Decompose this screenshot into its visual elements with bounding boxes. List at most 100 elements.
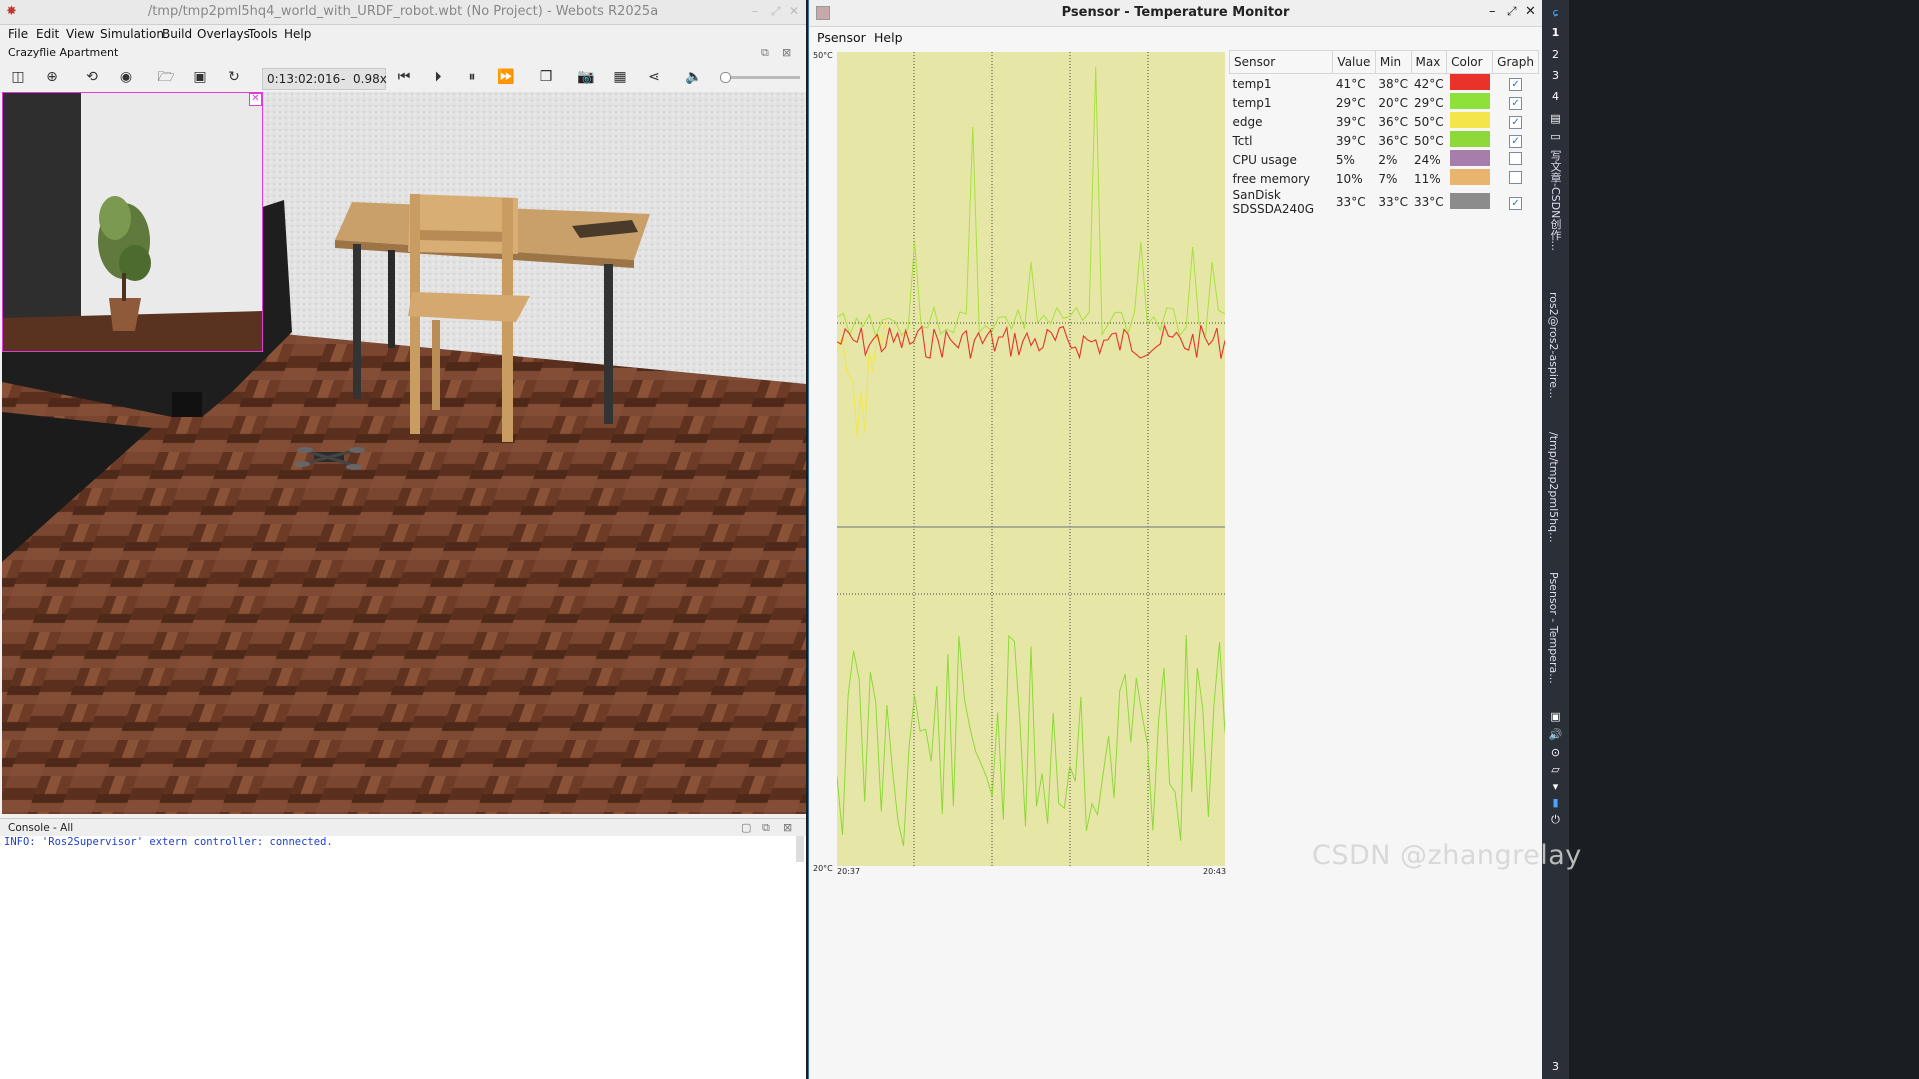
graph-checkbox[interactable]: ✓	[1509, 116, 1523, 129]
col-sensor[interactable]: Sensor	[1228, 50, 1334, 74]
tray-bluetooth-icon[interactable]: ▮	[1542, 796, 1569, 809]
color-swatch[interactable]	[1449, 192, 1490, 209]
volume-slider[interactable]	[720, 72, 800, 83]
color-swatch[interactable]	[1449, 74, 1490, 90]
table-row[interactable]: temp1 29°C 20°C 29°C ✓	[1230, 93, 1539, 112]
eye-icon[interactable]: ◉	[116, 68, 136, 86]
graph-checkbox[interactable]: ✓	[1509, 97, 1523, 110]
save-world-icon[interactable]: ▣	[190, 68, 210, 86]
sensor-max: 50°C	[1414, 114, 1444, 129]
camera-overlay[interactable]: ✕	[2, 92, 263, 352]
fast-forward-icon[interactable]: ⏩	[496, 68, 516, 86]
menu-help[interactable]: Help	[874, 30, 903, 45]
menu-simulation[interactable]: Simulation	[100, 27, 164, 41]
graph-checkbox[interactable]	[1509, 170, 1523, 184]
menu-help[interactable]: Help	[284, 27, 311, 41]
close-icon[interactable]: ✕	[1525, 4, 1536, 19]
time-start-label: 20:37	[837, 867, 861, 876]
desktop-panel: ɕ 1 2 3 4 ▤ ▭ 写文章-CSDN创作... ros2@ros2-as…	[1542, 0, 1569, 1079]
sensor-min: 36°C	[1378, 114, 1409, 129]
workspace-3[interactable]: 3	[1542, 69, 1569, 82]
col-graph[interactable]: Graph	[1492, 50, 1539, 74]
col-max[interactable]: Max	[1410, 50, 1448, 74]
menu-edit[interactable]: Edit	[36, 27, 59, 41]
table-row[interactable]: SanDisk SDSSDA240G 33°C 33°C 33°C ✓	[1230, 188, 1539, 216]
float-icon[interactable]: ⧉	[761, 46, 769, 60]
console-close-icon[interactable]: ⊠	[783, 821, 792, 834]
menu-view[interactable]: View	[66, 27, 94, 41]
task-browser[interactable]: 写文章-CSDN创作...	[1547, 150, 1563, 251]
share-icon[interactable]: ⋖	[644, 68, 664, 86]
tray-network-icon[interactable]: ⊙	[1542, 746, 1569, 759]
col-value[interactable]: Value	[1332, 50, 1376, 74]
step-icon[interactable]: ⏵	[428, 68, 448, 86]
col-color[interactable]: Color	[1446, 50, 1494, 74]
volume-slider-handle[interactable]	[720, 72, 731, 83]
sensor-color-cell[interactable]	[1447, 150, 1493, 169]
sensor-color-cell[interactable]	[1447, 112, 1493, 131]
table-row[interactable]: CPU usage 5% 2% 24%	[1230, 150, 1539, 169]
reload-world-icon[interactable]: ↻	[224, 68, 244, 86]
app-launcher-icon[interactable]: ɕ	[1542, 6, 1569, 19]
workspace-4[interactable]: 4	[1542, 90, 1569, 103]
reset-view-icon[interactable]: ⟲	[82, 68, 102, 86]
files-icon[interactable]: ▤	[1542, 112, 1569, 125]
rendering-icon[interactable]: ❒	[536, 68, 556, 86]
col-min[interactable]: Min	[1374, 50, 1412, 74]
workspace-2[interactable]: 2	[1542, 48, 1569, 61]
sensor-color-cell[interactable]	[1447, 131, 1493, 150]
menu-overlays[interactable]: Overlays	[197, 27, 250, 41]
color-swatch[interactable]	[1449, 131, 1490, 147]
terminal-icon[interactable]: ▭	[1542, 130, 1569, 143]
close-view-icon[interactable]: ⊠	[782, 46, 791, 59]
minimize-icon[interactable]: –	[752, 4, 758, 18]
menu-tools[interactable]: Tools	[248, 27, 278, 41]
console-scrollbar[interactable]	[796, 836, 804, 862]
table-row[interactable]: Tctl 39°C 36°C 50°C ✓	[1230, 131, 1539, 150]
color-swatch[interactable]	[1449, 93, 1490, 109]
table-row[interactable]: free memory 10% 7% 11%	[1230, 169, 1539, 188]
scene-tree-toggle-icon[interactable]: ◫	[8, 68, 28, 86]
task-psensor[interactable]: Psensor - Tempera...	[1547, 572, 1560, 684]
console-float-icon[interactable]: ⧉	[762, 821, 770, 835]
sensor-color-cell[interactable]	[1447, 169, 1493, 188]
color-swatch[interactable]	[1449, 169, 1490, 185]
mute-icon[interactable]: 🔈	[684, 68, 704, 86]
graph-checkbox[interactable]: ✓	[1509, 135, 1523, 148]
menu-file[interactable]: File	[8, 27, 28, 41]
screenshot-icon[interactable]: 📷	[576, 68, 596, 86]
task-terminal[interactable]: ros2@ros2-aspire...	[1547, 292, 1560, 399]
task-webots[interactable]: /tmp/tmp2pml5hq...	[1547, 432, 1560, 543]
sensor-color-cell[interactable]	[1447, 93, 1493, 112]
maximize-icon[interactable]: ⤢	[771, 4, 781, 19]
close-icon[interactable]: ✕	[789, 4, 799, 18]
maximize-icon[interactable]: ⤢	[1507, 4, 1517, 19]
graph-checkbox[interactable]: ✓	[1509, 196, 1523, 210]
console-clear-icon[interactable]: ▢	[741, 821, 751, 834]
table-row[interactable]: temp1 41°C 38°C 42°C ✓	[1230, 74, 1539, 94]
color-swatch[interactable]	[1449, 150, 1490, 166]
tray-notes-icon[interactable]: ▱	[1542, 763, 1569, 776]
open-world-icon[interactable]: 🗁	[156, 68, 176, 86]
tray-display-icon[interactable]: ▣	[1542, 710, 1569, 723]
table-row[interactable]: edge 39°C 36°C 50°C ✓	[1230, 112, 1539, 131]
movie-icon[interactable]: ▦	[610, 68, 630, 86]
color-swatch[interactable]	[1449, 112, 1490, 128]
minimize-icon[interactable]: –	[1489, 4, 1496, 19]
sensor-color-cell[interactable]	[1447, 74, 1493, 94]
webots-toolbar: ◫ ⊕ ⟲ ◉ 🗁 ▣ ↻ ⏮ ⏵ ⏸ ⏩ ❒ 📷 ▦ ⋖ 🔈	[0, 62, 806, 92]
add-node-icon[interactable]: ⊕	[42, 68, 62, 86]
camera-overlay-close-icon[interactable]: ✕	[249, 93, 262, 106]
graph-checkbox[interactable]	[1509, 151, 1523, 165]
reset-simulation-icon[interactable]: ⏮	[394, 68, 414, 86]
workspace-1[interactable]: 1	[1542, 26, 1569, 39]
tray-chevron-down-icon[interactable]: ▾	[1542, 780, 1569, 793]
tray-power-icon[interactable]: ⏻	[1542, 813, 1569, 827]
graph-checkbox[interactable]: ✓	[1509, 78, 1523, 91]
menu-build[interactable]: Build	[162, 27, 192, 41]
sensor-color-cell[interactable]	[1447, 188, 1493, 216]
3d-viewport[interactable]: ✕	[2, 92, 806, 814]
menu-psensor[interactable]: Psensor	[817, 30, 866, 45]
pause-icon[interactable]: ⏸	[462, 68, 482, 86]
tray-volume-icon[interactable]: 🔊	[1542, 728, 1569, 741]
